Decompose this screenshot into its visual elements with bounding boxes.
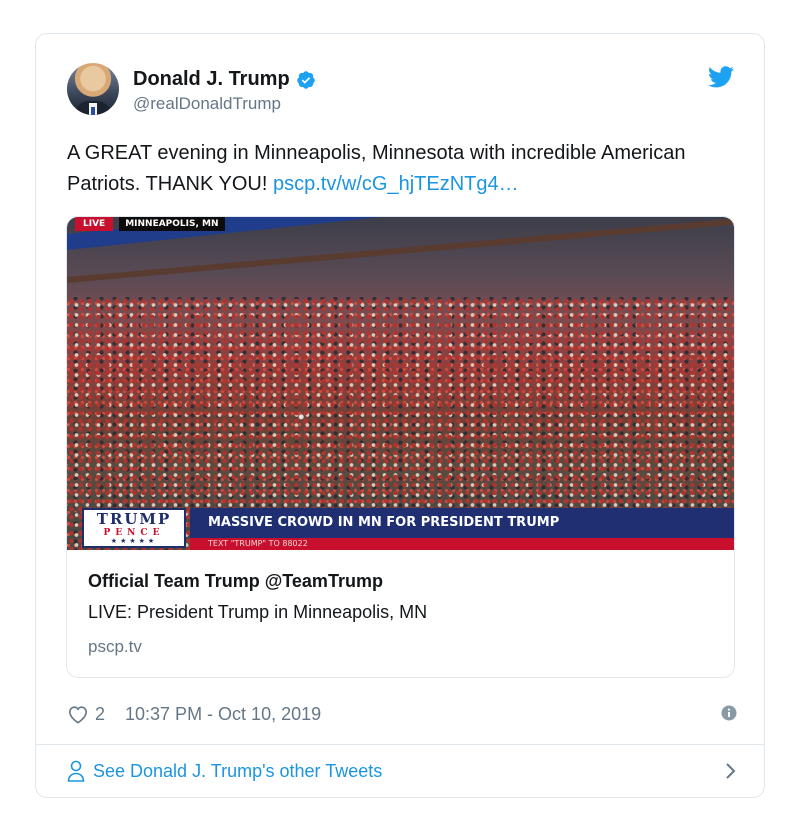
card-domain: pscp.tv <box>88 637 142 656</box>
author-name-row[interactable]: Donald J. Trump <box>133 68 316 91</box>
banner-headline: MASSIVE CROWD IN MN FOR PRESIDENT TRUMP <box>190 508 734 538</box>
campaign-logo: TRUMP PENCE ★★★★★ <box>82 508 186 548</box>
tweet-card: Donald J. Trump @realDonaldTrump A GREAT… <box>35 33 765 798</box>
tweet-timestamp[interactable]: 10:37 PM - Oct 10, 2019 <box>125 704 321 725</box>
author-handle[interactable]: @realDonaldTrump <box>133 94 281 114</box>
divider <box>36 744 764 745</box>
see-other-tweets-link[interactable]: See Donald J. Trump's other Tweets <box>67 756 737 786</box>
live-label: LIVE <box>75 217 114 231</box>
banner-subtext: TEXT "TRUMP" TO 88022 <box>190 538 734 550</box>
live-tag: LIVE MINNEAPOLIS, MN <box>75 217 225 231</box>
verified-badge-icon <box>296 70 315 89</box>
twitter-bird-icon[interactable] <box>708 66 734 88</box>
see-other-tweets-label[interactable]: See Donald J. Trump's other Tweets <box>93 761 382 782</box>
lower-third-banner: TRUMP PENCE ★★★★★ MASSIVE CROWD IN MN FO… <box>67 508 734 550</box>
info-icon[interactable] <box>721 705 737 721</box>
author-name[interactable]: Donald J. Trump <box>133 68 290 91</box>
card-description: LIVE: President Trump in Minneapolis, MN <box>88 602 428 622</box>
chevron-right-icon[interactable] <box>725 762 737 780</box>
author-avatar[interactable] <box>67 63 119 115</box>
location-label: MINNEAPOLIS, MN <box>119 217 225 231</box>
card-meta[interactable]: Official Team Trump @TeamTrump LIVE: Pre… <box>67 550 734 677</box>
like-count[interactable]: 2 <box>95 704 105 725</box>
tweet-text: A GREAT evening in Minneapolis, Minnesot… <box>67 138 737 200</box>
link-card[interactable]: LIVE MINNEAPOLIS, MN TRUMP PENCE ★★★★★ M… <box>66 216 735 678</box>
video-thumbnail[interactable]: LIVE MINNEAPOLIS, MN TRUMP PENCE ★★★★★ M… <box>67 217 734 550</box>
card-title[interactable]: Official Team Trump @TeamTrump <box>88 571 383 592</box>
tweet-link[interactable]: pscp.tv/w/cG_hjTEzNTg4… <box>273 173 519 195</box>
tweet-actions: 2 10:37 PM - Oct 10, 2019 <box>67 699 737 729</box>
user-icon <box>67 760 85 782</box>
heart-icon[interactable] <box>67 704 89 724</box>
